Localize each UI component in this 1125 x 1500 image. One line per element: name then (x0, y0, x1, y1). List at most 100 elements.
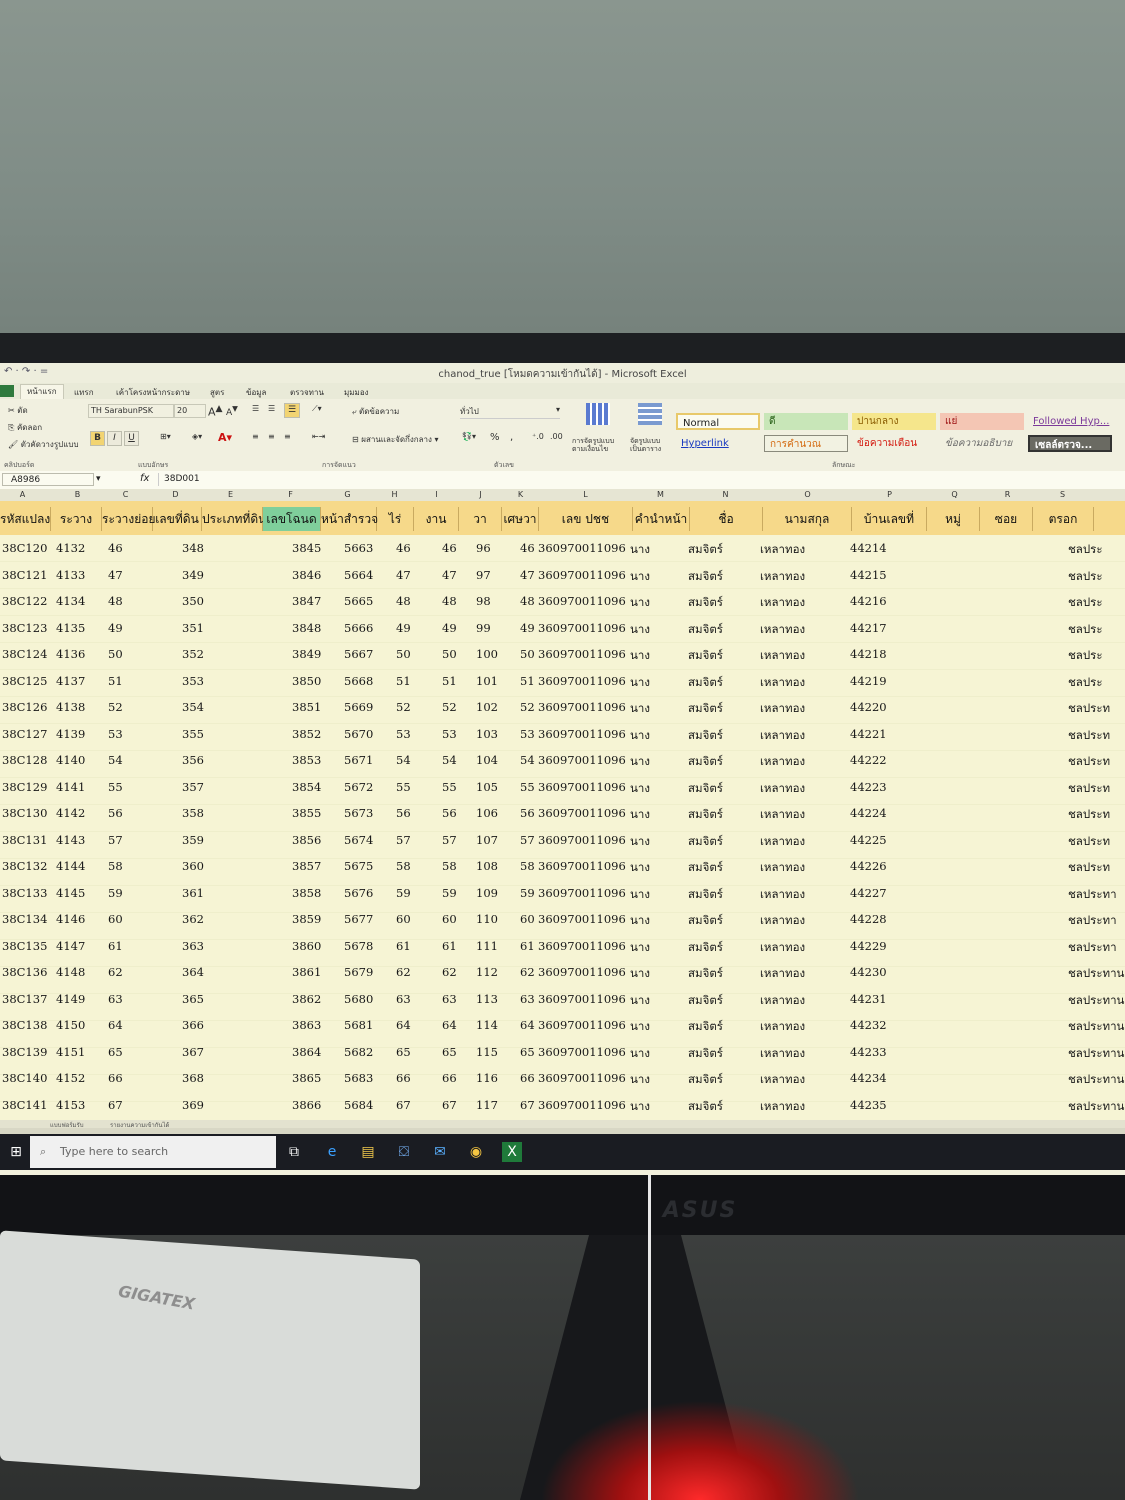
cell-rai[interactable]: 55 (396, 780, 411, 794)
cell-parcel-code[interactable]: 38C134 (2, 912, 47, 926)
cell-survey-page[interactable]: 5680 (344, 992, 373, 1006)
format-as-table-button[interactable]: จัดรูปแบบ เป็นตาราง (630, 437, 672, 453)
cell-subdistrict[interactable]: ชลประท (1068, 859, 1110, 877)
header-prefix[interactable]: คำนำหน้า (633, 507, 690, 531)
format-painter-button[interactable]: 🖌 ตัวคัดวางรูปแบบ (8, 438, 79, 451)
header-sheet[interactable]: ระวาง (51, 507, 102, 531)
cell-land-number[interactable]: 365 (182, 992, 204, 1006)
store-icon[interactable]: ⛋ (394, 1142, 414, 1162)
cell-first-name[interactable]: สมจิตร์ (688, 833, 723, 851)
cell-land-number[interactable]: 353 (182, 674, 204, 688)
cell-citizen-id[interactable]: 360970011096 (538, 753, 626, 767)
cell-subdistrict[interactable]: ชลประทา (1068, 886, 1117, 904)
header-rai[interactable]: ไร่ (377, 507, 414, 531)
cell-land-number[interactable]: 350 (182, 594, 204, 608)
cell-rai[interactable]: 46 (396, 541, 411, 555)
style-warning-text[interactable]: ข้อความเตือน (852, 435, 936, 452)
cell-ngan[interactable]: 49 (442, 621, 457, 635)
cell-citizen-id[interactable]: 360970011096 (538, 700, 626, 714)
cell-sub-sheet[interactable]: 48 (108, 594, 123, 608)
cell-sub-sheet[interactable]: 61 (108, 939, 123, 953)
table-row[interactable]: 38C137 4149 63 365 3862 5680 63 63 113 63 36097001… (0, 986, 1125, 1012)
cell-sheet[interactable]: 4151 (56, 1045, 85, 1059)
col-letter-e[interactable]: E (208, 490, 253, 499)
excel-icon[interactable]: X (502, 1142, 522, 1162)
cell-last-name[interactable]: เหลาทอง (760, 1098, 805, 1116)
cell-last-name[interactable]: เหลาทอง (760, 886, 805, 904)
cell-deed-number[interactable]: 3863 (292, 1018, 321, 1032)
tab-view[interactable]: มุมมอง (344, 386, 369, 399)
cell-fraction-wa[interactable]: 64 (520, 1018, 535, 1032)
cell-fraction-wa[interactable]: 67 (520, 1098, 535, 1112)
cell-parcel-code[interactable]: 38C138 (2, 1018, 47, 1032)
cell-ngan[interactable]: 56 (442, 806, 457, 820)
style-hyperlink[interactable]: Hyperlink (676, 435, 760, 452)
cell-first-name[interactable]: สมจิตร์ (688, 1098, 723, 1116)
cell-prefix[interactable]: นาง (630, 541, 650, 559)
cell-rai[interactable]: 52 (396, 700, 411, 714)
table-row[interactable]: 38C123 4135 49 351 3848 5666 49 49 99 49 360970011… (0, 615, 1125, 641)
cell-ngan[interactable]: 50 (442, 647, 457, 661)
cell-subdistrict[interactable]: ชลประ (1068, 674, 1103, 692)
cell-land-number[interactable]: 355 (182, 727, 204, 741)
cell-parcel-code[interactable]: 38C126 (2, 700, 47, 714)
header-survey-page[interactable]: หน้าสำรวจ (321, 507, 378, 531)
table-row[interactable]: 38C125 4137 51 353 3850 5668 51 51 101 51 36097001… (0, 668, 1125, 694)
col-letter-o[interactable]: O (785, 490, 830, 499)
cell-house-number[interactable]: 44219 (850, 674, 887, 688)
cell-first-name[interactable]: สมจิตร์ (688, 700, 723, 718)
cell-last-name[interactable]: เหลาทอง (760, 1045, 805, 1063)
cell-deed-number[interactable]: 3864 (292, 1045, 321, 1059)
cell-deed-number[interactable]: 3850 (292, 674, 321, 688)
col-letter-g[interactable]: G (325, 490, 370, 499)
cell-first-name[interactable]: สมจิตร์ (688, 992, 723, 1010)
cell-ngan[interactable]: 57 (442, 833, 457, 847)
cell-land-number[interactable]: 363 (182, 939, 204, 953)
cell-last-name[interactable]: เหลาทอง (760, 912, 805, 930)
cell-sheet[interactable]: 4146 (56, 912, 85, 926)
cell-rai[interactable]: 60 (396, 912, 411, 926)
cell-prefix[interactable]: นาง (630, 753, 650, 771)
cell-house-number[interactable]: 44215 (850, 568, 887, 582)
cell-sheet[interactable]: 4137 (56, 674, 85, 688)
orientation-icon[interactable]: ⟋▾ (312, 404, 322, 414)
cell-subdistrict[interactable]: ชลประทาน (1068, 965, 1124, 983)
cell-ngan[interactable]: 46 (442, 541, 457, 555)
cell-rai[interactable]: 58 (396, 859, 411, 873)
style-neutral[interactable]: ปานกลาง (852, 413, 936, 430)
cell-first-name[interactable]: สมจิตร์ (688, 621, 723, 639)
cell-first-name[interactable]: สมจิตร์ (688, 1071, 723, 1089)
cell-survey-page[interactable]: 5672 (344, 780, 373, 794)
cell-prefix[interactable]: นาง (630, 568, 650, 586)
cell-ngan[interactable]: 64 (442, 1018, 457, 1032)
cell-citizen-id[interactable]: 360970011096 (538, 568, 626, 582)
cell-fraction-wa[interactable]: 47 (520, 568, 535, 582)
cell-house-number[interactable]: 44229 (850, 939, 887, 953)
cell-wa[interactable]: 102 (476, 700, 498, 714)
cell-rai[interactable]: 63 (396, 992, 411, 1006)
cell-parcel-code[interactable]: 38C131 (2, 833, 47, 847)
table-row[interactable]: 38C138 4150 64 366 3863 5681 64 64 114 64 36097001… (0, 1012, 1125, 1038)
cell-sub-sheet[interactable]: 46 (108, 541, 123, 555)
style-calculation[interactable]: การคำนวณ (764, 435, 848, 452)
cell-rai[interactable]: 47 (396, 568, 411, 582)
cell-sheet[interactable]: 4141 (56, 780, 85, 794)
cell-house-number[interactable]: 44220 (850, 700, 887, 714)
cell-sheet[interactable]: 4134 (56, 594, 85, 608)
cell-sheet[interactable]: 4139 (56, 727, 85, 741)
cell-parcel-code[interactable]: 38C137 (2, 992, 47, 1006)
cell-wa[interactable]: 112 (476, 965, 498, 979)
decimal-decrease-icon[interactable]: .00 (550, 432, 563, 441)
cell-fraction-wa[interactable]: 59 (520, 886, 535, 900)
cell-rai[interactable]: 56 (396, 806, 411, 820)
table-row[interactable]: 38C127 4139 53 355 3852 5670 53 53 103 53 36097001… (0, 721, 1125, 747)
cell-survey-page[interactable]: 5666 (344, 621, 373, 635)
cell-house-number[interactable]: 44223 (850, 780, 887, 794)
file-explorer-icon[interactable]: ▤ (358, 1142, 378, 1162)
cell-last-name[interactable]: เหลาทอง (760, 939, 805, 957)
cell-fraction-wa[interactable]: 60 (520, 912, 535, 926)
cell-first-name[interactable]: สมจิตร์ (688, 1018, 723, 1036)
cell-parcel-code[interactable]: 38C128 (2, 753, 47, 767)
cell-sub-sheet[interactable]: 52 (108, 700, 123, 714)
cell-sub-sheet[interactable]: 62 (108, 965, 123, 979)
